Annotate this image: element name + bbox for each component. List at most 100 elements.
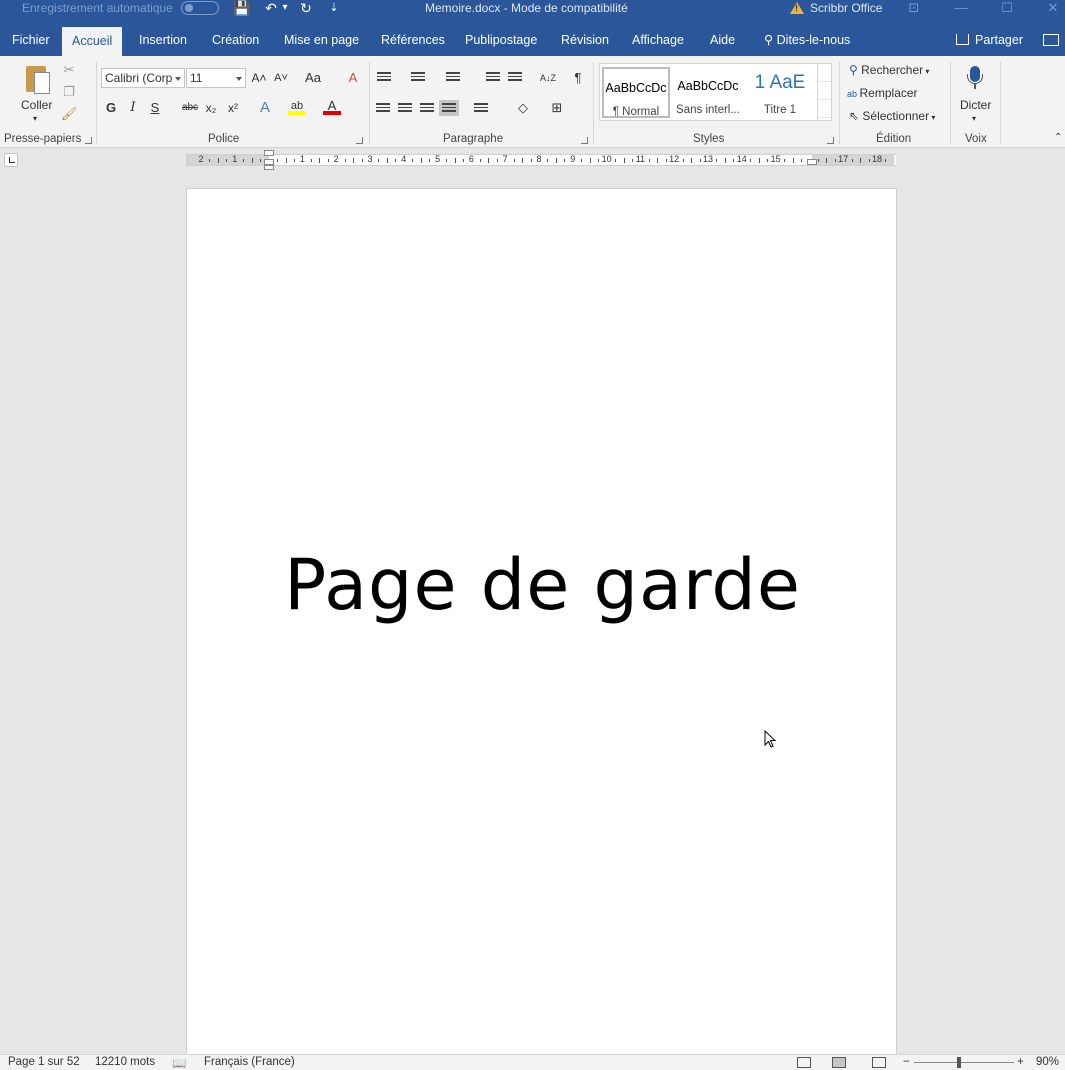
ribbon-display-icon[interactable]: ⊡ bbox=[904, 0, 924, 18]
print-layout-icon[interactable] bbox=[832, 1057, 846, 1068]
ruler-number: 4 bbox=[401, 154, 407, 164]
tab-accueil[interactable]: Accueil bbox=[62, 27, 123, 56]
tab-references[interactable]: Références bbox=[379, 25, 447, 56]
office-user-label[interactable]: Scribbr Office bbox=[810, 1, 882, 15]
grow-font-icon[interactable]: A˄ bbox=[250, 69, 268, 87]
left-indent-box-marker[interactable] bbox=[264, 165, 274, 170]
replace-button[interactable]: ab Remplacer bbox=[847, 86, 918, 100]
share-button[interactable]: Partager bbox=[956, 25, 1023, 56]
cover-page-heading[interactable]: Page de garde bbox=[187, 544, 898, 626]
tab-insertion[interactable]: Insertion bbox=[137, 25, 189, 56]
paste-label[interactable]: Coller bbox=[21, 98, 52, 112]
right-indent-marker[interactable] bbox=[807, 159, 817, 165]
format-painter-icon[interactable]: 🖌 bbox=[60, 105, 78, 123]
paste-dropdown-icon[interactable]: ▾ bbox=[33, 114, 37, 123]
align-left-icon[interactable] bbox=[376, 103, 390, 113]
subscript-button[interactable]: x₂ bbox=[202, 99, 220, 117]
font-size-combo[interactable]: 11 bbox=[186, 68, 246, 88]
redo-icon[interactable]: ↻ bbox=[297, 0, 315, 18]
font-launcher-icon[interactable] bbox=[356, 137, 363, 144]
zoom-out-button[interactable]: − bbox=[903, 1056, 910, 1068]
word-count[interactable]: 12210 mots bbox=[95, 1056, 155, 1068]
line-spacing-icon[interactable] bbox=[474, 103, 488, 113]
sort-icon[interactable]: A↓Z bbox=[538, 69, 558, 87]
underline-button[interactable]: S bbox=[146, 99, 164, 117]
tab-aide[interactable]: Aide bbox=[708, 25, 737, 56]
ruler-number: 5 bbox=[435, 154, 441, 164]
web-layout-icon[interactable] bbox=[872, 1057, 886, 1068]
dictate-dropdown-icon[interactable]: ▾ bbox=[972, 114, 976, 123]
dictate-label[interactable]: Dicter bbox=[960, 98, 991, 112]
zoom-in-button[interactable]: + bbox=[1017, 1056, 1024, 1068]
numbering-icon[interactable] bbox=[411, 72, 425, 82]
zoom-level[interactable]: 90% bbox=[1036, 1056, 1059, 1068]
bullets-icon[interactable] bbox=[377, 72, 391, 82]
minimize-icon[interactable]: — bbox=[951, 0, 971, 18]
ruler-number: 1 bbox=[232, 154, 238, 164]
copy-icon[interactable]: ❐ bbox=[60, 83, 78, 101]
zoom-slider-thumb[interactable] bbox=[957, 1057, 961, 1068]
shrink-font-icon[interactable]: A˅ bbox=[272, 69, 290, 87]
tab-affichage[interactable]: Affichage bbox=[630, 25, 686, 56]
strikethrough-button[interactable]: abc bbox=[180, 99, 200, 117]
change-case-icon[interactable]: Aa bbox=[300, 69, 326, 87]
ribbon: Coller ▾ ✂ ❐ 🖌 Presse-papiers Calibri (C… bbox=[0, 56, 1065, 148]
close-icon[interactable]: ✕ bbox=[1043, 0, 1063, 18]
collapse-ribbon-icon[interactable]: ⌃ bbox=[1054, 132, 1062, 143]
read-mode-icon[interactable] bbox=[797, 1057, 811, 1068]
tab-creation[interactable]: Création bbox=[210, 25, 261, 56]
proofing-icon[interactable]: 📖 bbox=[172, 1056, 186, 1070]
styles-scrollbar[interactable] bbox=[817, 64, 831, 120]
font-group-label: Police bbox=[208, 133, 240, 145]
tab-fichier[interactable]: Fichier bbox=[10, 25, 52, 56]
font-name-combo[interactable]: Calibri (Corp bbox=[101, 68, 185, 88]
find-button[interactable]: ⚲ Rechercher ▾ bbox=[849, 63, 929, 77]
group-separator bbox=[1000, 62, 1001, 144]
align-center-icon[interactable] bbox=[398, 103, 412, 113]
clipboard-launcher-icon[interactable] bbox=[85, 137, 92, 144]
borders-icon[interactable]: ⊞ bbox=[548, 99, 566, 117]
italic-button[interactable]: I bbox=[124, 99, 142, 117]
ruler-tick bbox=[217, 158, 219, 163]
font-color-icon[interactable]: A bbox=[323, 97, 341, 115]
justify-icon[interactable] bbox=[439, 100, 459, 116]
maximize-icon[interactable]: ☐ bbox=[997, 0, 1017, 18]
decrease-indent-icon[interactable] bbox=[486, 72, 500, 82]
shading-icon[interactable]: ◇ bbox=[514, 99, 532, 117]
undo-dropdown-icon[interactable]: ▾ bbox=[280, 0, 290, 18]
tab-publipostage[interactable]: Publipostage bbox=[463, 25, 539, 56]
ruler-tick bbox=[488, 158, 490, 163]
zoom-slider-track[interactable] bbox=[914, 1062, 1014, 1063]
tab-mise-en-page[interactable]: Mise en page bbox=[282, 25, 361, 56]
save-icon[interactable]: 💾 bbox=[233, 0, 251, 18]
clear-formatting-icon[interactable]: A bbox=[344, 69, 362, 87]
comments-icon[interactable] bbox=[1043, 34, 1059, 46]
bold-button[interactable]: G bbox=[102, 99, 120, 117]
page-count[interactable]: Page 1 sur 52 bbox=[8, 1056, 80, 1068]
tab-selector-icon[interactable] bbox=[4, 153, 18, 167]
select-button[interactable]: ⇖ Sélectionner ▾ bbox=[849, 109, 935, 123]
language-label[interactable]: Français (France) bbox=[204, 1056, 295, 1068]
tell-me-search[interactable]: ⚲ Dites-le-nous bbox=[762, 25, 852, 56]
style-no-spacing[interactable]: AaBbCcDc Sans interl... bbox=[674, 67, 742, 118]
customize-qat-icon[interactable]: ⇣ bbox=[326, 0, 342, 18]
tab-revision[interactable]: Révision bbox=[559, 25, 611, 56]
autosave-toggle[interactable] bbox=[181, 1, 219, 15]
superscript-button[interactable]: x² bbox=[224, 99, 242, 117]
paragraph-launcher-icon[interactable] bbox=[581, 137, 588, 144]
highlight-icon[interactable]: ab bbox=[288, 97, 306, 115]
align-right-icon[interactable] bbox=[420, 103, 434, 113]
undo-icon[interactable]: ↶ bbox=[262, 0, 280, 18]
cut-icon[interactable]: ✂ bbox=[60, 61, 78, 79]
style-normal[interactable]: AaBbCcDc ¶ Normal bbox=[602, 67, 670, 118]
increase-indent-icon[interactable] bbox=[508, 72, 522, 82]
styles-launcher-icon[interactable] bbox=[827, 137, 834, 144]
pilcrow-icon[interactable]: ¶ bbox=[569, 69, 587, 87]
horizontal-ruler[interactable]: 2 1 1 2 3 4 5 6 7 8 9 10 11 12 13 14 15 17 18 bbox=[186, 154, 896, 166]
text-effects-icon[interactable]: A bbox=[256, 99, 274, 117]
document-page[interactable]: Page de garde bbox=[186, 188, 897, 1058]
style-heading-1[interactable]: 1 AaE Titre 1 bbox=[746, 67, 814, 118]
paste-icon[interactable] bbox=[24, 62, 52, 94]
multilevel-list-icon[interactable] bbox=[446, 72, 460, 82]
first-line-indent-marker[interactable] bbox=[264, 150, 274, 156]
